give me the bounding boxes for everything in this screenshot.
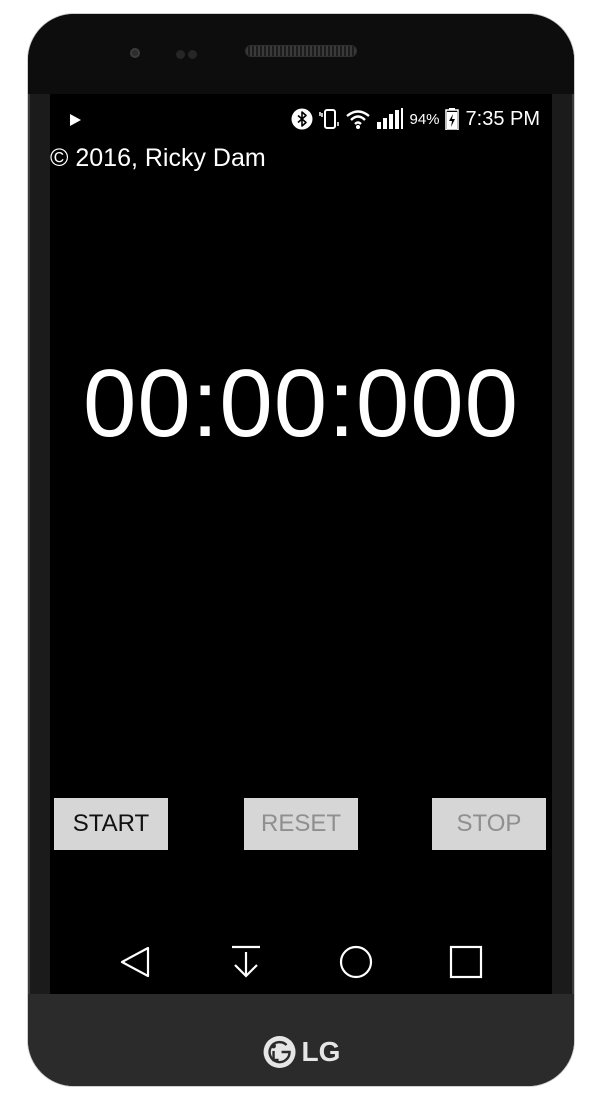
lg-logo-icon <box>263 1036 296 1068</box>
app-screen: 94% 7:35 PM © 2016, Ricky Dam 00:00:000 … <box>50 94 552 994</box>
brand-name: LG <box>301 1036 341 1067</box>
navigation-bar <box>50 934 552 990</box>
battery-percent: 94% <box>409 110 440 128</box>
wifi-icon <box>345 108 371 130</box>
back-icon[interactable] <box>116 942 156 982</box>
home-icon[interactable] <box>336 942 376 982</box>
play-icon <box>70 114 81 126</box>
stop-button[interactable]: STOP <box>432 798 546 850</box>
phone-frame: 94% 7:35 PM © 2016, Ricky Dam 00:00:000 … <box>28 14 574 1086</box>
earpiece-speaker <box>246 46 356 56</box>
light-sensor <box>188 50 197 59</box>
timer-display: 00:00:000 <box>82 350 520 457</box>
vibrate-icon <box>318 108 340 130</box>
recents-icon[interactable] <box>446 942 486 982</box>
notification-pull-icon[interactable] <box>226 942 266 982</box>
reset-button[interactable]: RESET <box>244 798 358 850</box>
phone-bottom-bezel: LG <box>28 994 574 1086</box>
phone-top-bezel <box>28 14 574 94</box>
status-bar: 94% 7:35 PM <box>50 106 552 132</box>
status-icons: 94% 7:35 PM <box>291 106 540 132</box>
status-clock: 7:35 PM <box>465 107 540 130</box>
proximity-sensor <box>176 50 185 59</box>
copyright-text: © 2016, Ricky Dam <box>50 144 266 172</box>
battery-charging-icon <box>444 108 459 130</box>
front-camera <box>130 48 140 58</box>
signal-icon <box>376 108 404 130</box>
lg-logo: LG <box>262 1034 341 1070</box>
start-button[interactable]: START <box>54 798 168 850</box>
bluetooth-icon <box>291 108 313 130</box>
